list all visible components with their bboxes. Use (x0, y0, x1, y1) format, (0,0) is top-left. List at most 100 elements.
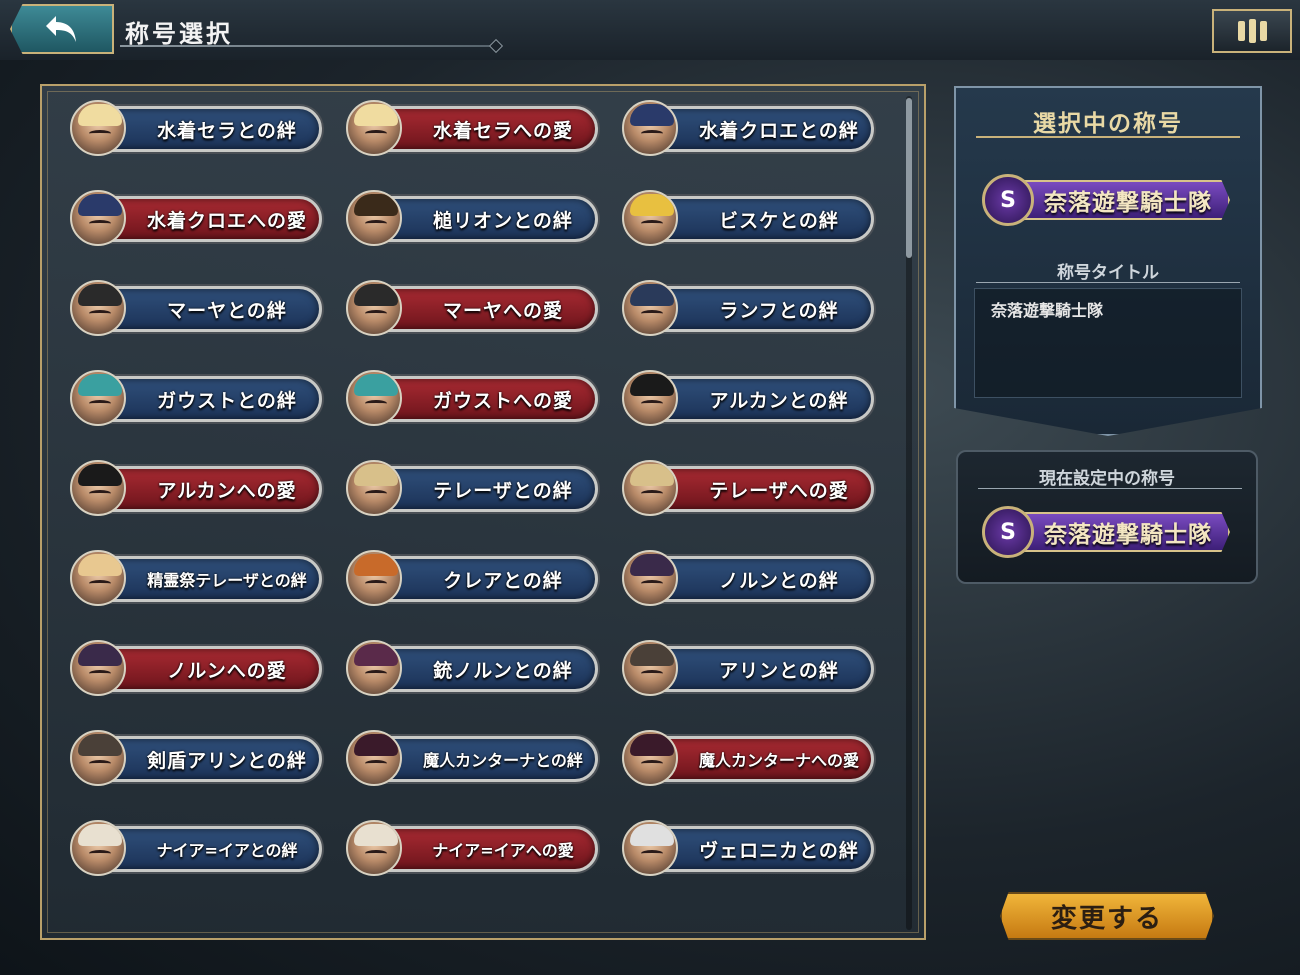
title-label-divider (976, 282, 1240, 283)
title-item[interactable]: ヴェロニカとの絆 (622, 820, 884, 876)
title-item[interactable]: 水着セラへの愛 (346, 100, 608, 156)
character-avatar (70, 730, 126, 786)
title-item[interactable]: ナイア=イアとの絆 (70, 820, 332, 876)
title-label: アリンとの絆 (719, 659, 839, 682)
title-item[interactable]: アリンとの絆 (622, 640, 884, 696)
menu-button[interactable] (1212, 9, 1292, 53)
character-avatar (70, 100, 126, 156)
title-list-panel: 水着セラとの絆 水着セラへの愛 水着クロエとの絆水着クロエへの愛 槌リオンとの絆 ビスケ… (40, 84, 926, 940)
title-item[interactable]: ガウストとの絆 (70, 370, 332, 426)
title-item[interactable]: 銃ノルンとの絆 (346, 640, 608, 696)
title-item[interactable]: ランフとの絆 (622, 280, 884, 336)
title-item[interactable]: アルカンとの絆 (622, 370, 884, 426)
badge-name: 奈落遊撃騎士隊 (1016, 180, 1230, 220)
title-divider (120, 45, 495, 47)
character-avatar (346, 280, 402, 336)
title-item[interactable]: 魔人カンターナへの愛 (622, 730, 884, 786)
title-label: ランフとの絆 (719, 299, 839, 322)
character-avatar (346, 550, 402, 606)
title-item[interactable]: 水着クロエへの愛 (70, 190, 332, 246)
title-label: テレーザへの愛 (709, 479, 849, 502)
title-item[interactable]: ナイア=イアへの愛 (346, 820, 608, 876)
back-button[interactable] (10, 4, 114, 54)
character-avatar (622, 280, 678, 336)
rank-emblem: S (982, 174, 1034, 226)
title-grid: 水着セラとの絆 水着セラへの愛 水着クロエとの絆水着クロエへの愛 槌リオンとの絆 ビスケ… (70, 100, 890, 876)
title-item[interactable]: 槌リオンとの絆 (346, 190, 608, 246)
title-item[interactable]: 水着セラとの絆 (70, 100, 332, 156)
title-description-text: 奈落遊撃騎士隊 (991, 301, 1104, 320)
character-avatar (346, 820, 402, 876)
selected-title-heading: 選択中の称号 (1033, 111, 1183, 137)
title-item[interactable]: テレーザへの愛 (622, 460, 884, 516)
title-label: ナイア=イアとの絆 (156, 841, 298, 860)
title-label: 剣盾アリンとの絆 (147, 749, 307, 772)
character-avatar (346, 460, 402, 516)
character-avatar (622, 190, 678, 246)
scrollbar-thumb[interactable] (906, 98, 912, 258)
title-label: アルカンとの絆 (709, 389, 849, 412)
character-avatar (622, 820, 678, 876)
character-avatar (70, 280, 126, 336)
title-item[interactable]: マーヤとの絆 (70, 280, 332, 336)
title-item[interactable]: テレーザとの絆 (346, 460, 608, 516)
title-label: 銃ノルンとの絆 (433, 659, 573, 682)
character-avatar (622, 550, 678, 606)
character-avatar (622, 730, 678, 786)
change-button[interactable]: 変更する (1000, 892, 1214, 940)
character-avatar (70, 190, 126, 246)
heading-divider (976, 136, 1240, 138)
title-item[interactable]: ガウストへの愛 (346, 370, 608, 426)
title-label: 精霊祭テレーザとの絆 (147, 571, 307, 590)
character-avatar (70, 460, 126, 516)
current-title-panel: 現在設定中の称号 S 奈落遊撃騎士隊 (956, 450, 1258, 584)
header-bar: 称号選択 (0, 0, 1300, 60)
title-label: 魔人カンターナとの絆 (423, 751, 583, 770)
character-avatar (346, 370, 402, 426)
title-label: 水着クロエとの絆 (699, 119, 859, 142)
title-label: ノルンへの愛 (167, 659, 287, 682)
title-item[interactable]: ノルンへの愛 (70, 640, 332, 696)
current-rank-emblem: S (982, 506, 1034, 558)
character-avatar (70, 550, 126, 606)
title-label: ガウストへの愛 (432, 389, 573, 412)
title-label: 魔人カンターナへの愛 (698, 751, 859, 770)
current-badge-name: 奈落遊撃騎士隊 (1016, 512, 1230, 552)
character-avatar (70, 370, 126, 426)
title-label: アルカンへの愛 (157, 479, 297, 502)
title-description-box: 奈落遊撃騎士隊 (974, 288, 1242, 398)
character-avatar (622, 640, 678, 696)
title-item[interactable]: 剣盾アリンとの絆 (70, 730, 332, 786)
selected-title-panel: 選択中の称号 S 奈落遊撃騎士隊 称号タイトル 奈落遊撃騎士隊 (954, 86, 1262, 436)
title-item[interactable]: マーヤへの愛 (346, 280, 608, 336)
title-label: 槌リオンとの絆 (433, 209, 573, 232)
title-item[interactable]: ノルンとの絆 (622, 550, 884, 606)
character-avatar (346, 730, 402, 786)
title-label: マーヤとの絆 (167, 299, 287, 322)
current-heading-divider (978, 488, 1242, 489)
current-title-heading: 現在設定中の称号 (1039, 469, 1175, 489)
title-label: ノルンとの絆 (719, 569, 839, 592)
character-avatar (622, 460, 678, 516)
title-item[interactable]: アルカンへの愛 (70, 460, 332, 516)
title-label: ビスケとの絆 (719, 209, 839, 232)
title-label: 水着セラとの絆 (157, 119, 297, 142)
character-avatar (622, 370, 678, 426)
current-title-badge: S 奈落遊撃騎士隊 (982, 506, 1230, 558)
title-item[interactable]: 精霊祭テレーザとの絆 (70, 550, 332, 606)
character-avatar (70, 820, 126, 876)
character-avatar (622, 100, 678, 156)
title-item[interactable]: クレアとの絆 (346, 550, 608, 606)
title-label: ナイア=イアへの愛 (432, 841, 574, 860)
title-label: テレーザとの絆 (433, 479, 573, 502)
selected-title-badge: S 奈落遊撃騎士隊 (982, 174, 1230, 226)
title-label: ガウストとの絆 (157, 389, 297, 412)
title-label: ヴェロニカとの絆 (699, 839, 859, 862)
page-title: 称号選択 (125, 20, 233, 48)
character-avatar (346, 100, 402, 156)
title-item[interactable]: 水着クロエとの絆 (622, 100, 884, 156)
character-avatar (70, 640, 126, 696)
title-item[interactable]: ビスケとの絆 (622, 190, 884, 246)
title-item[interactable]: 魔人カンターナとの絆 (346, 730, 608, 786)
menu-icon (1237, 21, 1245, 41)
